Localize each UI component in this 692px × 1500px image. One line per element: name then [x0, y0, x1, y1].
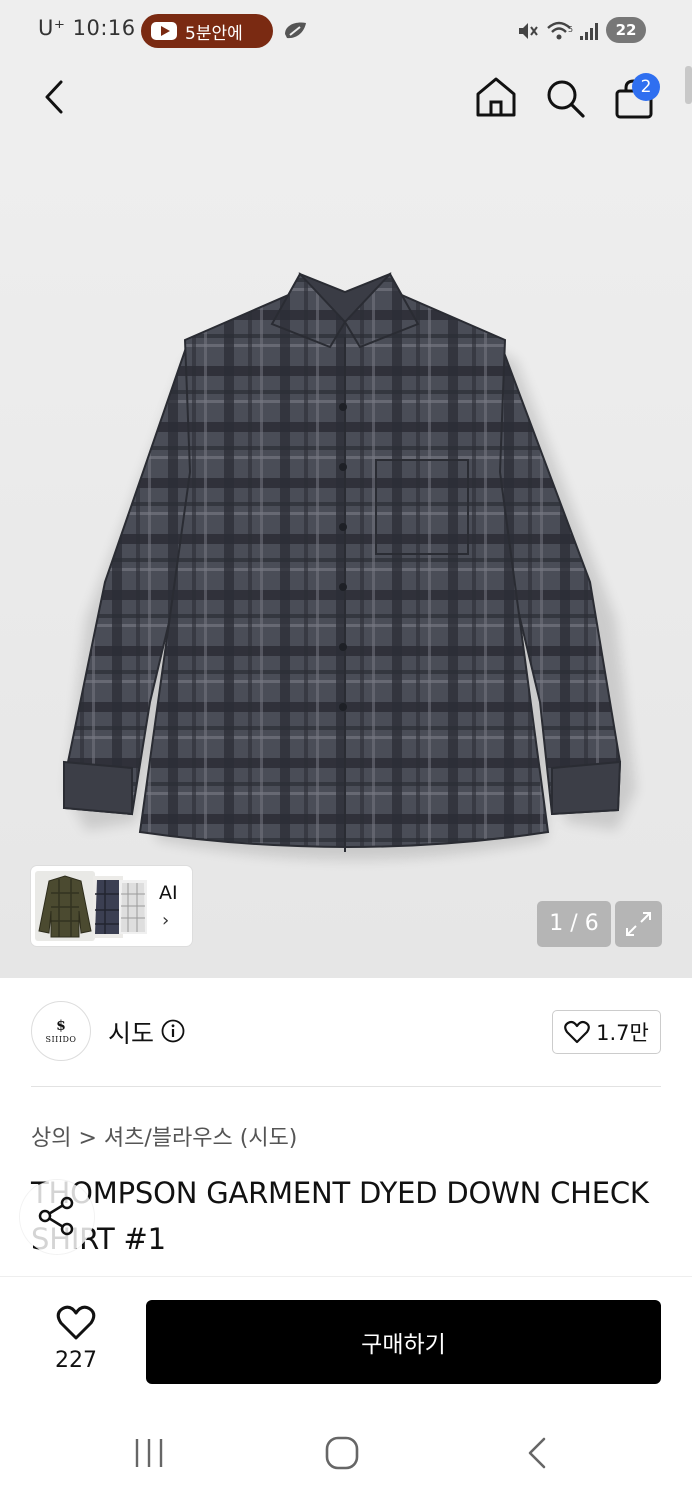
- wishlist-count: 227: [55, 1348, 97, 1373]
- svg-text:5: 5: [568, 25, 573, 34]
- breadcrumb[interactable]: 상의 > 셔츠/블라우스 (시도): [31, 1120, 297, 1152]
- brand-like-count: 1.7만: [596, 1021, 649, 1045]
- thumbnail-olive-shirt: [35, 871, 95, 941]
- brand-logo-mark: $: [56, 1018, 66, 1034]
- battery-indicator: 22: [606, 17, 646, 43]
- image-counter: 1 / 6: [537, 901, 611, 947]
- youtube-pill[interactable]: 5분안에: [141, 14, 273, 48]
- status-bar: U⁺ 10:16 5분안에 5 22: [0, 0, 692, 62]
- back-nav-icon[interactable]: [522, 1436, 552, 1470]
- youtube-icon: [151, 22, 177, 40]
- ai-label: AI: [159, 882, 178, 904]
- product-image[interactable]: [0, 142, 692, 978]
- home-nav-icon[interactable]: [324, 1434, 360, 1472]
- shirt-illustration: [62, 272, 636, 860]
- home-icon[interactable]: [474, 76, 518, 118]
- brand-name[interactable]: 시도: [108, 1014, 154, 1050]
- top-app-bar: [0, 62, 692, 142]
- app-notification-icon: [285, 22, 306, 39]
- share-button[interactable]: [20, 1180, 94, 1254]
- ai-fitting-card[interactable]: AI ›: [31, 866, 192, 946]
- scrollbar[interactable]: [685, 66, 692, 104]
- signal-icon: [580, 23, 598, 40]
- brand-like-button[interactable]: 1.7만: [552, 1010, 661, 1054]
- mute-icon: [519, 23, 538, 39]
- brand-logo[interactable]: $ SIIIDO: [31, 1001, 91, 1061]
- youtube-pill-text: 5분안에: [185, 23, 243, 44]
- product-title: THOMPSON GARMENT DYED DOWN CHECK SHIRT #…: [31, 1176, 649, 1256]
- expand-button[interactable]: [615, 901, 662, 947]
- recents-icon[interactable]: [132, 1436, 166, 1470]
- chevron-right-icon: ›: [162, 910, 170, 931]
- search-icon[interactable]: [544, 77, 586, 119]
- expand-icon: [626, 912, 651, 936]
- status-carrier-time: U⁺ 10:16: [38, 16, 136, 40]
- heart-icon: [564, 1020, 590, 1044]
- cart-count-badge: 2: [632, 73, 660, 101]
- divider: [31, 1086, 661, 1087]
- back-icon[interactable]: [40, 78, 70, 116]
- brand-logo-word: SIIIDO: [45, 1035, 77, 1044]
- wifi-icon: 5: [547, 21, 573, 40]
- share-icon: [38, 1196, 74, 1236]
- wishlist-heart-icon[interactable]: [56, 1305, 96, 1341]
- buy-button[interactable]: 구매하기: [146, 1300, 661, 1384]
- info-icon[interactable]: [161, 1019, 185, 1043]
- thumbnail-white-shirt: [119, 880, 147, 934]
